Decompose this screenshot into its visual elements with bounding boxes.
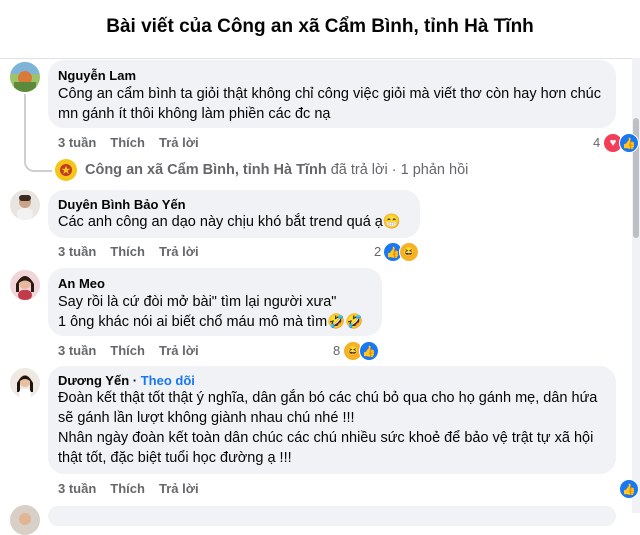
- like-reaction-icon: 👍: [619, 133, 639, 153]
- comment-actions: 3 tuần Thích Trả lời: [58, 481, 213, 496]
- avatar[interactable]: [10, 368, 40, 398]
- comment-author[interactable]: Nguyễn Lam: [58, 68, 136, 83]
- reply-page-name[interactable]: Công an xã Cẩm Bình, tỉnh Hà Tĩnh: [85, 162, 327, 178]
- comment-author-name[interactable]: Dương Yến: [58, 373, 129, 388]
- reply-summary-text[interactable]: đã trả lời · 1 phản hồi: [331, 162, 469, 178]
- avatar[interactable]: [10, 270, 40, 300]
- comment-actions: 3 tuần Thích Trả lời: [58, 244, 213, 259]
- like-button[interactable]: Thích: [110, 244, 145, 259]
- comment-text-line: Các anh công an dạo này chịu khó bắt tre…: [58, 214, 401, 230]
- reaction-count[interactable]: 4: [593, 135, 600, 150]
- reply-button[interactable]: Trả lời: [159, 135, 199, 150]
- comment-author: Dương Yến · Theo dõi: [58, 373, 195, 388]
- comment-text-line: Nhân ngày đoàn kết toàn dân chúc các chú…: [58, 430, 594, 446]
- like-button[interactable]: Thích: [110, 481, 145, 496]
- like-button[interactable]: Thích: [110, 135, 145, 150]
- comment-time[interactable]: 3 tuần: [58, 481, 96, 496]
- comment-text-line: sẽ gánh lần lượt không giành nhau chú nh…: [58, 410, 355, 426]
- comment-actions: 3 tuần Thích Trả lời: [58, 135, 213, 150]
- comment-author[interactable]: Duyên Bình Bảo Yến: [58, 197, 186, 212]
- like-button[interactable]: Thích: [110, 343, 145, 358]
- replies-summary[interactable]: Công an xã Cẩm Bình, tỉnh Hà Tĩnh đã trả…: [55, 158, 468, 182]
- comment-text-line: 1 ông khác nói ai biết chổ máu mô mà tìm…: [58, 314, 364, 330]
- comment-author[interactable]: An Meo: [58, 276, 105, 291]
- reaction-count[interactable]: 8: [333, 343, 340, 358]
- page-title: Bài viết của Công an xã Cẩm Bình, tỉnh H…: [106, 16, 534, 37]
- comment-text-line: Đoàn kết thật tốt thật ý nghĩa, dân gắn …: [58, 390, 598, 406]
- comment-text-line: mn gánh ít thôi không làm phiền các đc n…: [58, 106, 331, 122]
- comment-text-line: Say rồi là cứ đòi mở bài" tìm lại người …: [58, 294, 337, 310]
- haha-reaction-icon: 😆: [399, 242, 419, 262]
- like-reaction-icon: 👍: [359, 341, 379, 361]
- thread-connector: [24, 94, 52, 172]
- reply-button[interactable]: Trả lời: [159, 244, 199, 259]
- follow-button[interactable]: Theo dõi: [141, 373, 195, 388]
- police-badge-icon: [55, 159, 77, 181]
- avatar[interactable]: [10, 505, 40, 535]
- like-reaction-icon: 👍: [619, 479, 639, 499]
- comment-time[interactable]: 3 tuần: [58, 343, 96, 358]
- reply-button[interactable]: Trả lời: [159, 343, 199, 358]
- comment-time[interactable]: 3 tuần: [58, 244, 96, 259]
- avatar[interactable]: [10, 190, 40, 220]
- reply-button[interactable]: Trả lời: [159, 481, 199, 496]
- comment-bubble: [48, 506, 616, 526]
- comment-text-line: thật tốt, đặc biệt tuổi học đường ạ !!!: [58, 450, 292, 466]
- scrollbar[interactable]: [632, 58, 640, 513]
- avatar[interactable]: [10, 62, 40, 92]
- comment-time[interactable]: 3 tuần: [58, 135, 96, 150]
- reaction-count[interactable]: 2: [374, 244, 381, 259]
- post-header: Bài viết của Công an xã Cẩm Bình, tỉnh H…: [0, 0, 640, 59]
- comment-actions: 3 tuần Thích Trả lời: [58, 343, 213, 358]
- comment-text-line: Công an cẩm bình ta giỏi thật không chỉ …: [58, 86, 601, 102]
